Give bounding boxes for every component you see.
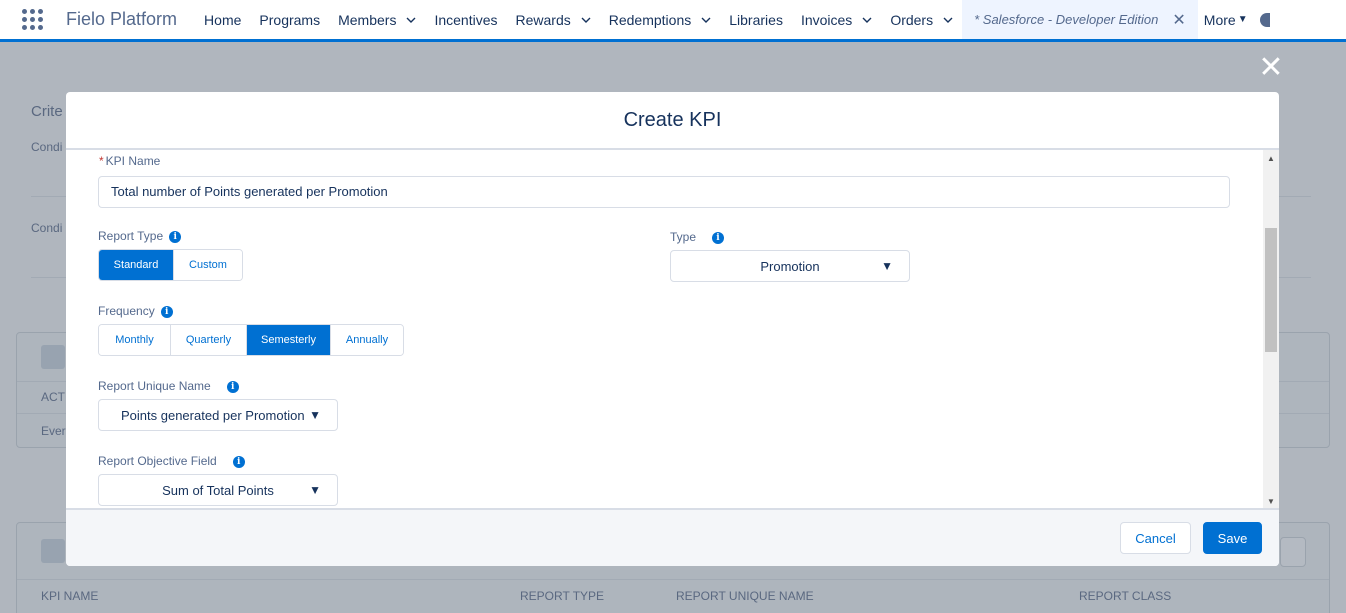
report-unique-name-select[interactable]: Points generated per Promotion ▼ [98,399,338,431]
report-objective-field-label-text: Report Objective Field [98,454,217,468]
tab-label: * Salesforce - Developer Edition [974,12,1159,27]
frequency-monthly-button[interactable]: Monthly [99,325,171,355]
type-label-text: Type [670,230,697,244]
report-unique-name-label-text: Report Unique Name [98,379,211,393]
frequency-semesterly-button[interactable]: Semesterly [247,325,331,355]
nav-item-label: Members [338,11,397,28]
caret-down-icon: ▼ [309,408,321,422]
bg-column-header: REPORT CLASS [1079,589,1172,603]
report-objective-field-value: Sum of Total Points [162,482,274,498]
info-icon[interactable]: i [712,231,725,244]
report-icon [41,539,65,563]
create-kpi-modal: Create KPI * KPI Name Total number of Poi… [66,92,1279,566]
type-select[interactable]: Promotion ▼ [670,250,910,282]
chevron-down-icon[interactable] [581,15,591,25]
modal-body: * KPI Name Total number of Points generat… [66,150,1279,508]
bg-section-title: Crite [31,103,63,120]
report-type-custom-button[interactable]: Custom [174,250,242,280]
nav-item-rewards[interactable]: Rewards [507,0,600,41]
chevron-down-icon[interactable] [406,15,416,25]
scroll-down-icon[interactable]: ▼ [1267,497,1275,506]
type-label: Type i [670,230,725,244]
scrollbar-thumb[interactable] [1265,228,1277,352]
info-icon[interactable]: i [160,305,173,318]
report-icon [41,345,65,369]
info-icon[interactable]: i [232,455,245,468]
nav-item-invoices[interactable]: Invoices [792,0,881,41]
more-label: More [1203,11,1236,28]
info-icon[interactable] [1259,12,1270,27]
nav-item-label: Redemptions [608,11,692,28]
chevron-down-icon[interactable] [862,15,872,25]
report-type-toggle: Standard Custom [98,249,243,281]
type-select-value: Promotion [760,258,820,274]
kpi-name-input[interactable]: Total number of Points generated per Pro… [98,176,1230,208]
nav-item-label: Invoices [800,11,853,28]
kpi-name-label: * KPI Name [99,154,160,168]
bg-divider [1279,196,1311,197]
nav-item-label: Libraries [729,11,783,28]
report-unique-name-value: Points generated per Promotion [121,407,305,423]
frequency-label-text: Frequency [98,304,155,318]
report-objective-field-label: Report Objective Field i [98,454,245,468]
required-marker: * [99,154,104,168]
app-launcher-waffle-icon[interactable] [22,8,44,31]
caret-down-icon: ▼ [881,259,893,273]
modal-close-icon[interactable]: ✕ [1258,53,1284,83]
nav-item-label: Programs [259,11,321,28]
nav-item-programs[interactable]: Programs [250,0,329,41]
nav-item-label: Incentives [434,11,498,28]
bg-divider [1279,277,1311,278]
chevron-down-icon[interactable] [701,15,711,25]
more-menu-button[interactable]: More ▼ [1198,0,1254,41]
bg-column-header: REPORT TYPE [520,589,605,603]
bg-condition-label: Condi [31,140,63,154]
frequency-quarterly-button[interactable]: Quarterly [171,325,247,355]
kpi-name-label-text: KPI Name [105,154,161,168]
nav-item-orders[interactable]: Orders [881,0,962,41]
app-name: Fielo Platform [66,9,178,29]
tab-salesforce-developer-edition[interactable]: * Salesforce - Developer Edition ✕ [962,0,1198,42]
bg-column-header: ACT [41,390,65,404]
frequency-annually-button[interactable]: Annually [331,325,403,355]
modal-header: Create KPI [66,92,1279,150]
global-nav: Fielo Platform Home Programs Members Inc… [0,0,1346,42]
frequency-label: Frequency i [98,304,173,318]
report-objective-field-select[interactable]: Sum of Total Points ▼ [98,474,338,506]
info-icon[interactable]: i [169,230,182,243]
bg-divider [31,277,66,278]
modal-scrollbar[interactable]: ▲ ▼ [1263,150,1279,508]
nav-item-label: Orders [890,11,934,28]
nav-item-label: Home [204,11,242,28]
nav-item-home[interactable]: Home [195,0,250,41]
bg-column-header: KPI NAME [41,589,99,603]
caret-down-icon: ▼ [1237,14,1248,25]
frequency-toggle: Monthly Quarterly Semesterly Annually [98,324,404,356]
info-icon[interactable]: i [226,380,239,393]
cancel-button[interactable]: Cancel [1120,522,1191,554]
bg-new-button [1280,537,1306,567]
save-button[interactable]: Save [1203,522,1262,554]
nav-item-redemptions[interactable]: Redemptions [600,0,721,41]
bg-divider [31,196,66,197]
chevron-down-icon[interactable] [943,15,953,25]
nav-item-incentives[interactable]: Incentives [425,0,506,41]
caret-down-icon: ▼ [309,483,321,497]
modal-title: Create KPI [623,108,722,131]
bg-divider [17,579,1329,580]
report-type-label-text: Report Type [98,229,164,243]
close-icon[interactable]: ✕ [1172,10,1185,30]
modal-footer: Cancel Save [66,508,1279,566]
report-type-standard-button[interactable]: Standard [99,250,174,280]
nav-item-label: Rewards [515,11,571,28]
bg-column-header: REPORT UNIQUE NAME [676,589,814,603]
bg-cell: Ever [41,424,66,438]
bg-condition-label: Condi [31,221,63,235]
report-type-label: Report Type i [98,229,182,243]
nav-item-members[interactable]: Members [329,0,425,41]
nav-item-libraries[interactable]: Libraries [720,0,792,41]
scroll-up-icon[interactable]: ▲ [1267,154,1275,163]
report-unique-name-label: Report Unique Name i [98,379,239,393]
